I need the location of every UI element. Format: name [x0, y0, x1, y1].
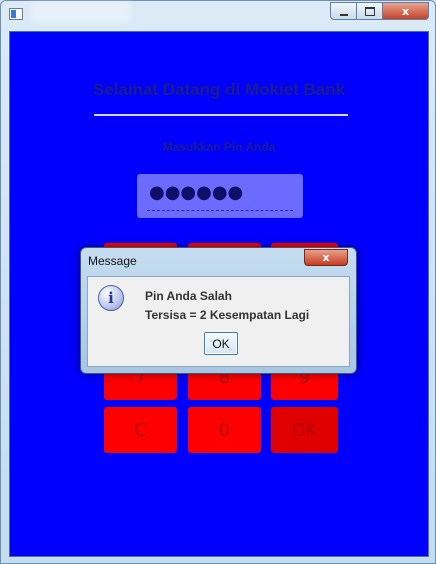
error-message: Pin Anda Salah: [145, 289, 232, 303]
remaining-attempts-message: Tersisa = 2 Kesempatan Lagi: [145, 308, 310, 322]
key-0[interactable]: 0: [188, 407, 261, 453]
key-clear[interactable]: C: [104, 407, 177, 453]
dialog-title: Message: [88, 254, 137, 268]
dialog-body: i Pin Anda Salah Tersisa = 2 Kesempatan …: [87, 276, 350, 367]
dialog-close-button[interactable]: x: [304, 249, 348, 266]
pin-value: ●●●●●●: [149, 182, 244, 203]
ok-button[interactable]: OK: [204, 332, 238, 355]
pin-underline: [147, 210, 293, 211]
key-ok[interactable]: OK: [271, 407, 338, 453]
app-icon: [9, 8, 23, 20]
title-divider: [94, 114, 348, 116]
close-icon: x: [322, 251, 330, 264]
maximize-button[interactable]: [357, 2, 383, 20]
page-title: Selamat Datang di Mokiet Bank: [92, 80, 346, 99]
pin-input[interactable]: ●●●●●●: [137, 174, 303, 218]
info-icon: i: [98, 285, 124, 311]
close-icon: x: [401, 4, 410, 18]
close-button[interactable]: x: [383, 2, 429, 20]
window-controls: x: [330, 2, 429, 20]
minimize-icon: [339, 11, 348, 16]
maximize-icon: [364, 6, 375, 16]
pin-prompt: Masukkan Pin Anda: [162, 140, 276, 154]
minimize-button[interactable]: [330, 2, 357, 20]
window-title: [31, 1, 131, 23]
message-dialog: Message x i Pin Anda Salah Tersisa = 2 K…: [80, 247, 357, 374]
